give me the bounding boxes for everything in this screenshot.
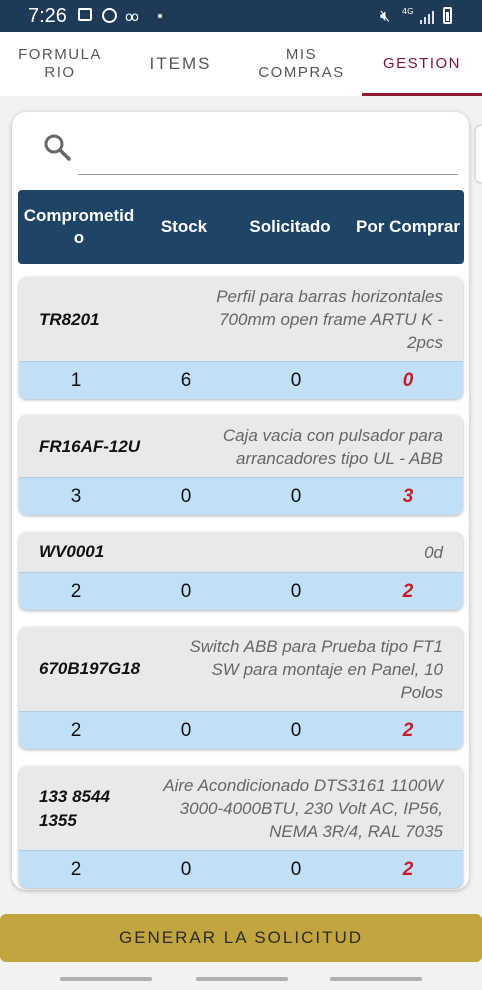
- qty-stock: 0: [180, 720, 192, 741]
- item-code: 133 8544 1355: [39, 787, 110, 830]
- qty-por-comprar: 3: [402, 486, 414, 507]
- search-icon[interactable]: [42, 132, 72, 162]
- list-item[interactable]: 133 8544 1355 Aire Acondicionado DTS3161…: [19, 766, 463, 888]
- item-description: Aire Acondicionado DTS3161 1100W 3000-40…: [163, 776, 443, 841]
- item-description: Perfil para barras horizontales 700mm op…: [216, 287, 443, 352]
- tab-label: GESTION: [382, 55, 461, 72]
- qty-stock: 0: [180, 859, 192, 880]
- item-description: 0d: [424, 543, 443, 562]
- table-header: Comprometid o Stock Solicitado Por Compr…: [18, 190, 464, 264]
- qty-por-comprar: 2: [402, 720, 414, 741]
- nav-back-handle[interactable]: [330, 977, 422, 981]
- qty-solicitado: 0: [290, 720, 302, 741]
- items-card: Comprometid o Stock Solicitado Por Compr…: [12, 112, 469, 890]
- generate-request-button[interactable]: GENERAR LA SOLICITUD: [0, 914, 482, 962]
- item-quantities: 3 0 0 3: [19, 477, 463, 515]
- voicemail-icon: oo: [125, 10, 139, 25]
- qty-comprometido: 2: [70, 720, 82, 741]
- qty-stock: 0: [180, 486, 192, 507]
- network-type: 4G: [402, 7, 414, 16]
- status-bar: 7:26 oo 🔇︎ 4G: [0, 0, 482, 32]
- item-quantities: 2 0 0 2: [19, 850, 463, 888]
- tab-items[interactable]: ITEMS: [120, 32, 241, 96]
- tab-label: MIS COMPRAS: [258, 46, 345, 81]
- tab-mis-compras[interactable]: MIS COMPRAS: [241, 32, 362, 96]
- list-item[interactable]: FR16AF-12U Caja vacia con pulsador para …: [19, 415, 463, 515]
- list-item[interactable]: 670B197G18 Switch ABB para Prueba tipo F…: [19, 627, 463, 749]
- notification-dot-icon: [158, 14, 162, 18]
- item-quantities: 2 0 0 2: [19, 572, 463, 610]
- active-tab-indicator: [362, 93, 482, 96]
- item-code: FR16AF-12U: [39, 437, 141, 456]
- qty-comprometido: 2: [70, 581, 82, 602]
- tab-bar: FORMULA RIO ITEMS MIS COMPRAS GESTION: [0, 32, 482, 96]
- header-comprometido: Comprometid o: [23, 206, 135, 247]
- list-item[interactable]: WV0001 0d 2 0 0 2: [19, 532, 463, 610]
- header-por-comprar: Por Comprar: [356, 217, 460, 236]
- qty-solicitado: 0: [290, 370, 302, 391]
- item-code: 670B197G18: [39, 659, 141, 678]
- header-solicitado: Solicitado: [249, 217, 331, 236]
- qty-por-comprar: 0: [402, 370, 414, 391]
- nav-home-handle[interactable]: [196, 977, 288, 981]
- item-quantities: 1 6 0 0: [19, 361, 463, 399]
- item-description: Switch ABB para Prueba tipo FT1 SW para …: [189, 637, 443, 702]
- list-item[interactable]: TR8201 Perfil para barras horizontales 7…: [19, 277, 463, 399]
- item-code: WV0001: [39, 542, 105, 561]
- search-underline: [78, 174, 458, 175]
- status-time: 7:26: [28, 5, 67, 27]
- item-code: TR8201: [39, 310, 100, 329]
- qty-stock: 0: [180, 581, 192, 602]
- qty-por-comprar: 2: [402, 581, 414, 602]
- qty-comprometido: 1: [70, 370, 82, 391]
- qty-comprometido: 3: [70, 486, 82, 507]
- battery-icon: [443, 7, 452, 24]
- qty-solicitado: 0: [290, 859, 302, 880]
- item-quantities: 2 0 0 2: [19, 711, 463, 749]
- qty-solicitado: 0: [290, 486, 302, 507]
- tab-label: ITEMS: [149, 54, 212, 73]
- mute-icon: 🔇︎: [380, 6, 391, 25]
- item-description: Caja vacia con pulsador para arrancadore…: [222, 426, 443, 468]
- signal-icon: [420, 10, 436, 24]
- tab-formulario[interactable]: FORMULA RIO: [0, 32, 120, 96]
- qty-por-comprar: 2: [402, 859, 414, 880]
- gallery-icon: [78, 8, 92, 21]
- nav-recents-handle[interactable]: [60, 977, 152, 981]
- qty-comprometido: 2: [70, 859, 82, 880]
- tab-gestion[interactable]: GESTION: [362, 32, 482, 96]
- qty-stock: 6: [180, 370, 192, 391]
- person-icon: [102, 8, 117, 23]
- search-input[interactable]: [78, 142, 458, 172]
- adjacent-card-edge: [474, 124, 482, 184]
- qty-solicitado: 0: [290, 581, 302, 602]
- tab-label: FORMULA RIO: [18, 46, 102, 81]
- header-stock: Stock: [160, 217, 208, 236]
